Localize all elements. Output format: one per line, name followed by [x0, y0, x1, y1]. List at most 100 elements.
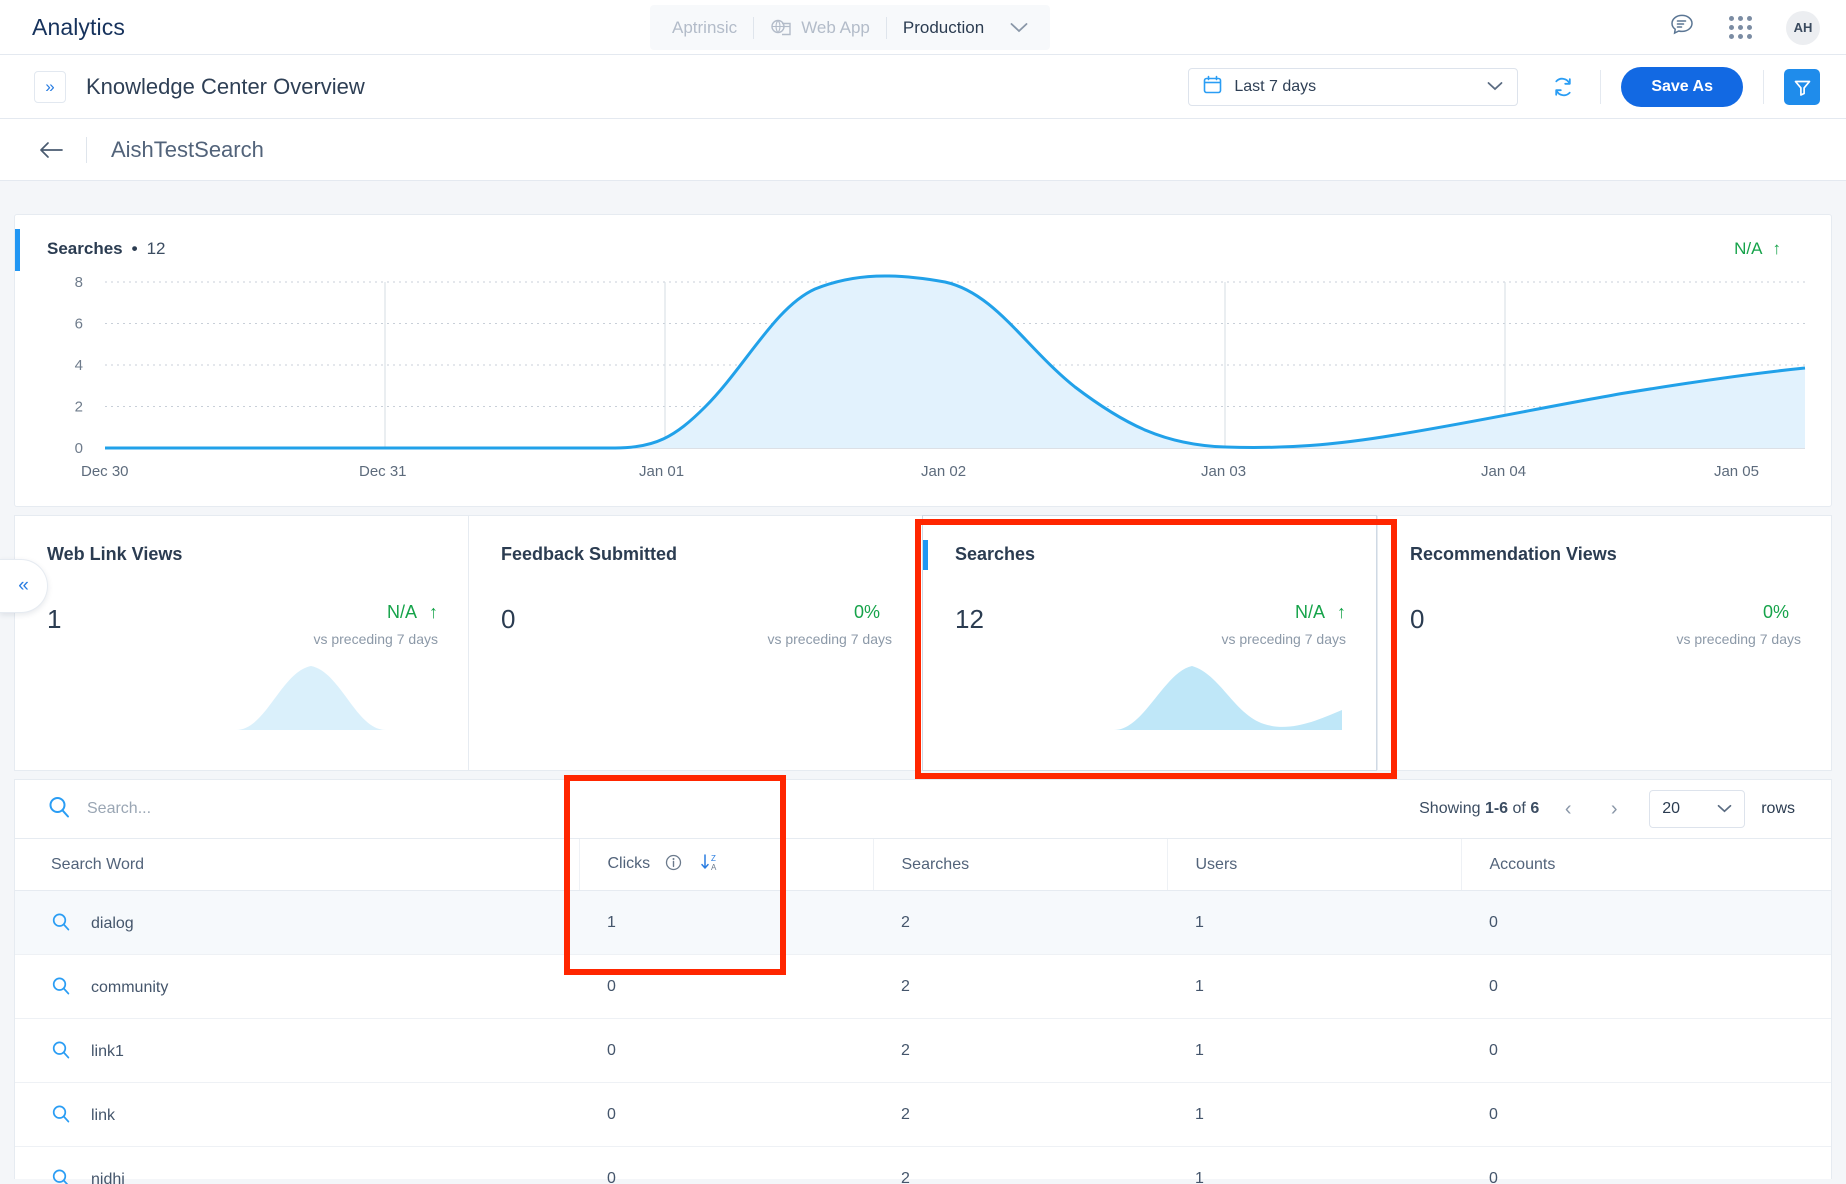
top-navigation-bar: Analytics Aptrinsic Web App Production A…	[0, 0, 1846, 55]
breadcrumb-title: AishTestSearch	[111, 136, 264, 162]
feedback-icon[interactable]	[1669, 12, 1695, 43]
rows-per-page-value: 20	[1662, 800, 1681, 817]
analytics-page: Analytics Aptrinsic Web App Production A…	[0, 0, 1846, 1184]
column-header-clicks[interactable]: Clicks ZA	[578, 838, 873, 891]
sparkline-searches	[1114, 666, 1342, 730]
next-page-button[interactable]: ›	[1597, 792, 1631, 826]
kpi-compare-label: vs preceding 7 days	[313, 631, 438, 647]
info-icon[interactable]	[665, 854, 686, 875]
rows-per-page-select[interactable]: 20	[1649, 790, 1746, 828]
kpi-change: 0% vs preceding 7 days	[767, 602, 892, 647]
cell-users[interactable]: 1	[1167, 954, 1461, 1019]
kpi-change-value: 0%	[853, 602, 880, 622]
chart-separator: •	[131, 239, 138, 258]
kpi-value: 0	[501, 604, 516, 634]
svg-text:Dec 30: Dec 30	[81, 463, 129, 480]
cell-users[interactable]: 1	[1167, 1082, 1461, 1147]
column-header-users[interactable]: Users	[1166, 838, 1461, 891]
cell-users[interactable]: 1	[1167, 1018, 1461, 1083]
svg-text:Jan 01: Jan 01	[639, 463, 684, 480]
table-pagination: Showing 1-6 of 6 ‹ › 20 rows	[1419, 790, 1795, 828]
search-words-table-card: Showing 1-6 of 6 ‹ › 20 rows	[14, 779, 1832, 1184]
search-word-label: dialog	[91, 914, 134, 932]
divider	[1600, 70, 1602, 104]
chevron-down-icon	[1487, 78, 1503, 96]
search-word-label: community	[91, 978, 169, 996]
kpi-change: 0% vs preceding 7 days	[1676, 602, 1801, 647]
column-header-clicks-label: Clicks	[607, 854, 651, 872]
environment-label: Production	[902, 17, 985, 37]
kpi-value: 1	[47, 604, 62, 634]
table-toolbar: Showing 1-6 of 6 ‹ › 20 rows	[15, 780, 1831, 838]
environment-selector[interactable]: Production	[887, 5, 1044, 50]
column-header-searches[interactable]: Searches	[872, 838, 1167, 891]
kpi-card-searches[interactable]: Searches 12 N/A ↑ vs preceding 7 days	[922, 515, 1377, 771]
search-icon	[51, 977, 71, 996]
expand-sidebar-button[interactable]: »	[34, 70, 66, 103]
previous-page-button[interactable]: ‹	[1551, 792, 1585, 826]
kpi-change: N/A ↑ vs preceding 7 days	[1221, 602, 1346, 647]
svg-text:Z: Z	[711, 854, 716, 863]
search-input[interactable]	[87, 800, 367, 818]
environment-switcher[interactable]: Aptrinsic Web App Production	[650, 5, 1051, 50]
search-icon	[51, 1169, 71, 1184]
tenant-name: Aptrinsic	[672, 17, 738, 37]
svg-text:Jan 04: Jan 04	[1481, 463, 1526, 480]
cell-accounts: 0	[1461, 954, 1831, 1019]
rows-label: rows	[1761, 800, 1795, 817]
kpi-card-recommendation-views[interactable]: Recommendation Views 0 0% vs preceding 7…	[1377, 515, 1832, 771]
table-row[interactable]: dialog 1 2 1 0	[15, 890, 1831, 955]
table-row[interactable]: community 0 2 1 0	[15, 954, 1831, 1019]
trend-up-arrow-icon: ↑	[1772, 239, 1782, 258]
chart-title: Searches	[47, 239, 123, 258]
search-icon	[51, 1041, 71, 1060]
table-body: dialog 1 2 1 0 community 0 2 1 0 link1 0…	[15, 890, 1831, 1184]
app-grid-icon[interactable]	[1729, 16, 1752, 39]
kpi-change-value: 0%	[1762, 602, 1789, 622]
svg-text:4: 4	[75, 357, 83, 374]
column-header-search-word[interactable]: Search Word	[15, 838, 579, 891]
cell-search-word[interactable]: link	[15, 1082, 579, 1147]
svg-text:Jan 03: Jan 03	[1201, 463, 1246, 480]
table-search[interactable]	[47, 795, 367, 824]
kpi-value: 12	[955, 604, 984, 634]
refresh-button[interactable]	[1546, 70, 1580, 104]
search-icon	[51, 913, 71, 932]
cell-clicks: 0	[579, 1082, 873, 1147]
svg-text:2: 2	[75, 399, 83, 416]
avatar[interactable]: AH	[1786, 10, 1820, 45]
cell-users[interactable]: 1	[1167, 1146, 1461, 1184]
kpi-change: N/A ↑ vs preceding 7 days	[313, 602, 438, 647]
chart-area-fill	[105, 275, 1805, 448]
product-selector[interactable]: Web App	[754, 5, 886, 50]
save-as-button[interactable]: Save As	[1621, 67, 1743, 107]
chevron-down-icon	[1010, 18, 1028, 38]
date-range-picker[interactable]: Last 7 days	[1188, 68, 1519, 106]
chart-header: Searches • 12	[47, 239, 166, 259]
cell-clicks: 0	[579, 1018, 873, 1083]
kpi-card-web-link-views[interactable]: Web Link Views 1 N/A ↑ vs preceding 7 day…	[14, 515, 468, 771]
divider	[86, 136, 87, 163]
searches-trend-card: Searches • 12 N/A ↑ 8 6 4 2 0 Dec 30 Dec…	[14, 214, 1832, 507]
calendar-icon	[1203, 75, 1222, 99]
cell-clicks: 0	[579, 954, 873, 1019]
cell-search-word[interactable]: link1	[15, 1018, 579, 1083]
back-button[interactable]	[38, 140, 64, 160]
cell-clicks[interactable]: 1	[579, 890, 873, 955]
filter-button[interactable]	[1784, 69, 1820, 105]
table-row[interactable]: link 0 2 1 0	[15, 1082, 1831, 1147]
sort-descending-icon[interactable]: ZA	[700, 854, 722, 876]
search-word-label: link	[91, 1106, 116, 1124]
cell-accounts: 0	[1461, 1082, 1831, 1147]
kpi-change-value: N/A	[1294, 602, 1325, 622]
cell-users[interactable]: 1	[1167, 890, 1461, 955]
kpi-card-feedback-submitted[interactable]: Feedback Submitted 0 0% vs preceding 7 d…	[468, 515, 922, 771]
cell-search-word[interactable]: dialog	[15, 890, 579, 955]
search-words-table: Search Word Clicks ZA Searches Users Acc…	[15, 838, 1831, 1184]
table-row[interactable]: nidhi 0 2 1 0	[15, 1146, 1831, 1184]
trend-up-arrow-icon: ↑	[429, 602, 438, 622]
cell-search-word[interactable]: nidhi	[15, 1146, 579, 1184]
cell-search-word[interactable]: community	[15, 954, 579, 1019]
table-row[interactable]: link1 0 2 1 0	[15, 1018, 1831, 1083]
column-header-accounts[interactable]: Accounts	[1460, 838, 1831, 891]
